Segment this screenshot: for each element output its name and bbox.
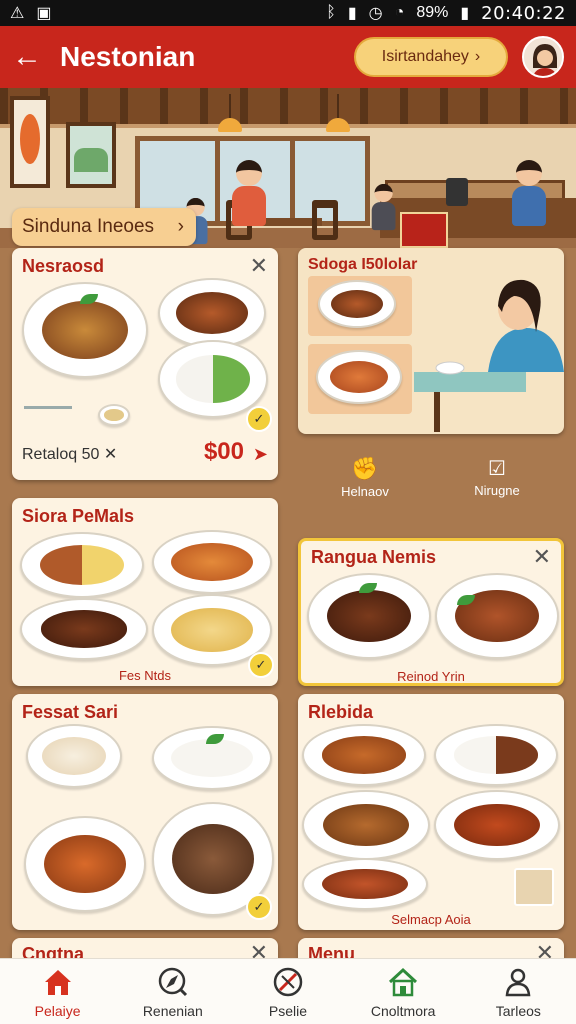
card-caption: Selmacp Aoia xyxy=(391,912,471,927)
chevron-right-icon: › xyxy=(177,216,184,237)
veg-badge-icon: ✓ xyxy=(246,894,272,920)
nav-item-home[interactable]: Pelaiye xyxy=(8,965,108,1019)
nav-item-profile[interactable]: Tarleos xyxy=(468,965,568,1019)
location-selector-label: Isirtandahey xyxy=(381,48,469,65)
battery-icon: ▮ xyxy=(460,5,470,22)
card-title: Siora PeMals xyxy=(22,506,135,526)
app-bar: ← Nestonian Isirtandahey › xyxy=(0,26,576,88)
explore-button[interactable]: Sinduna Ineoes › xyxy=(12,208,196,246)
utensils-icon: ✕ xyxy=(103,446,118,463)
price-label: $00 xyxy=(203,438,244,465)
nav-label: Renenian xyxy=(142,1002,203,1019)
card-title: Rangua Nemis xyxy=(311,547,437,567)
menu-card[interactable]: Rangua Nemis ✕ Reinod Yrin xyxy=(298,538,564,686)
diner-illustration xyxy=(414,279,564,432)
checkin-action[interactable]: ☑ Nirugne xyxy=(462,456,532,498)
helpful-label: Helnaov xyxy=(341,484,389,499)
nav-item-discover[interactable]: Renenian xyxy=(123,965,223,1019)
menu-card[interactable]: Fessat Sari ✓ xyxy=(12,694,278,930)
menu-card[interactable]: Nesraosd ✕ ✓ Retaloq 50 ✕ $00 ➤ xyxy=(12,248,278,480)
avatar[interactable] xyxy=(522,36,564,78)
card-caption: Reinod Yrin xyxy=(397,669,465,684)
nav-label: Cnoltmora xyxy=(370,1002,436,1019)
nav-label: Pelaiye xyxy=(34,1002,81,1019)
card-title: Sdoga I50lolar xyxy=(308,256,418,273)
nav-item-places[interactable]: Pselie xyxy=(238,965,338,1019)
card-caption: Fes Ntds xyxy=(118,668,171,683)
helpful-action[interactable]: ✊ Helnaov xyxy=(330,456,400,499)
location-selector-button[interactable]: Isirtandahey › xyxy=(354,37,508,77)
status-bar: ⚠ ▣ ᛒ ▮ ◷ ◔ 89% ▮ 20:40:22 xyxy=(0,0,576,26)
close-icon[interactable]: ✕ xyxy=(250,253,268,279)
card-title: Nesraosd xyxy=(22,256,105,276)
veg-badge-icon: ✓ xyxy=(246,406,272,432)
checkbox-icon: ☑ xyxy=(488,458,506,480)
image-icon: ▣ xyxy=(36,5,52,22)
checkin-label: Nirugne xyxy=(474,483,520,498)
menu-card[interactable]: Siora PeMals ✓ Fes Ntds xyxy=(12,498,278,686)
card-footer-label: Retaloq 50 ✕ xyxy=(22,446,118,463)
nav-label: Tarleos xyxy=(495,1002,541,1019)
arrow-left-icon[interactable]: ← xyxy=(12,40,52,74)
house-outline-icon xyxy=(386,965,420,999)
wifi-icon: ◔ xyxy=(394,4,405,21)
nav-label: Pselie xyxy=(268,1002,308,1019)
menu-card[interactable]: Rlebida Selmacp Aoia xyxy=(298,694,564,930)
no-entry-icon xyxy=(271,965,305,999)
explore-label: Sinduna Ineoes xyxy=(22,216,155,237)
compass-icon xyxy=(156,965,190,999)
food-thumbnail xyxy=(308,344,412,414)
bluetooth-icon: ᛒ xyxy=(326,4,336,21)
thumbs-up-icon: ✊ xyxy=(351,456,379,481)
home-icon xyxy=(41,965,75,999)
card-title: Fessat Sari xyxy=(22,702,119,722)
page-title: Nestonian xyxy=(60,41,196,72)
close-icon[interactable]: ✕ xyxy=(533,544,551,570)
warning-icon: ⚠ xyxy=(10,5,25,22)
food-thumbnail xyxy=(308,276,412,336)
menu-card[interactable]: Sdoga I50lolar xyxy=(298,248,564,434)
food-thumbnail xyxy=(514,868,554,906)
card-title: Rlebida xyxy=(308,702,374,722)
alarm-icon: ◷ xyxy=(368,5,383,22)
profile-icon xyxy=(501,965,535,999)
user-portrait-icon xyxy=(524,38,562,76)
signal-icon: ▮ xyxy=(347,5,357,22)
nav-item-community[interactable]: Cnoltmora xyxy=(353,965,453,1019)
bottom-navigation: Pelaiye Renenian Pselie Cnoltmora Tarleo… xyxy=(0,958,576,1024)
clock: 20:40:22 xyxy=(481,2,566,24)
price-arrow-icon: ➤ xyxy=(252,444,268,464)
battery-percent: 89% xyxy=(416,4,449,21)
chevron-down-icon: › xyxy=(474,48,481,65)
